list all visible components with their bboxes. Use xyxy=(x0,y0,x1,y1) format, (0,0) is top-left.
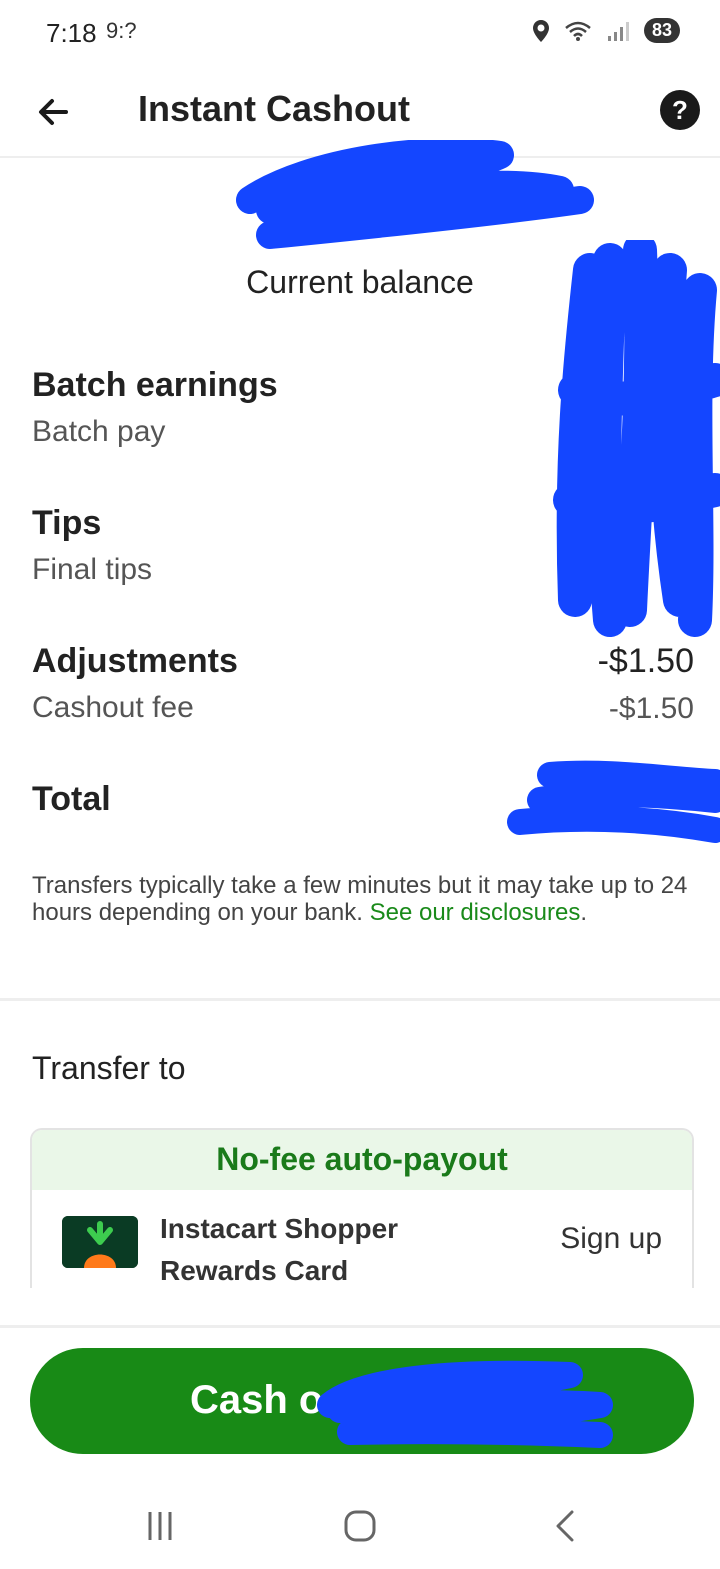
bottom-divider xyxy=(0,1325,720,1328)
status-time: 7:18 xyxy=(46,18,97,48)
row-subtitle: Batch pay xyxy=(32,415,166,448)
wifi-icon xyxy=(565,21,591,41)
page-title: Instant Cashout xyxy=(138,88,411,129)
disclosures-link[interactable]: See our disclosures xyxy=(370,899,581,926)
cashout-fee-amount: -$1.50 xyxy=(608,692,694,725)
transfer-disclaimer: Transfers typically take a few minutes b… xyxy=(32,872,692,926)
system-nav-bar xyxy=(0,1480,720,1569)
no-fee-banner: No-fee auto-payout xyxy=(32,1130,692,1190)
card-name-line1: Instacart Shopper xyxy=(160,1213,399,1244)
row-title: Batch earnings xyxy=(32,366,278,404)
carrot-card-icon xyxy=(62,1216,138,1268)
adjustments-row: Adjustments Cashout fee -$1.50 -$1.50 xyxy=(32,642,694,725)
adjustments-amount: -$1.50 xyxy=(597,642,694,680)
redaction-scribble xyxy=(507,760,720,843)
status-notification-icon: 9:? xyxy=(106,18,137,43)
location-icon xyxy=(532,19,549,42)
recent-apps-icon[interactable] xyxy=(140,1506,180,1546)
battery-indicator: 83 xyxy=(643,18,680,43)
section-divider xyxy=(0,998,720,1001)
arrow-left-icon xyxy=(39,99,68,125)
tips-row: Tips Final tips xyxy=(32,504,694,587)
signal-icon xyxy=(607,21,629,41)
auto-payout-card[interactable]: No-fee auto-payout Instacart Shopper Rew… xyxy=(30,1128,694,1288)
rewards-card-name: Instacart Shopper Rewards Card xyxy=(160,1208,398,1288)
redaction-scribble xyxy=(317,1360,613,1448)
disclaimer-period: . xyxy=(580,899,588,926)
disclaimer-text: Transfers typically take a few minutes b… xyxy=(32,872,688,926)
redaction-scribble xyxy=(236,140,594,249)
home-icon[interactable] xyxy=(340,1506,380,1546)
row-subtitle: Cashout fee xyxy=(32,691,194,724)
status-icons: 83 xyxy=(532,18,680,43)
row-title: Adjustments xyxy=(32,642,238,680)
row-subtitle: Final tips xyxy=(32,553,153,586)
card-name-line2: Rewards Card xyxy=(160,1255,349,1286)
transfer-to-label: Transfer to xyxy=(32,1050,186,1086)
sign-up-link[interactable]: Sign up xyxy=(560,1222,662,1256)
row-title: Tips xyxy=(32,504,102,542)
status-bar: 7:18 9:? 83 xyxy=(0,0,720,70)
back-nav-icon[interactable] xyxy=(546,1506,586,1546)
batch-earnings-row: Batch earnings Batch pay xyxy=(32,366,694,449)
back-button[interactable] xyxy=(30,88,78,136)
help-button[interactable]: ? xyxy=(660,90,700,130)
